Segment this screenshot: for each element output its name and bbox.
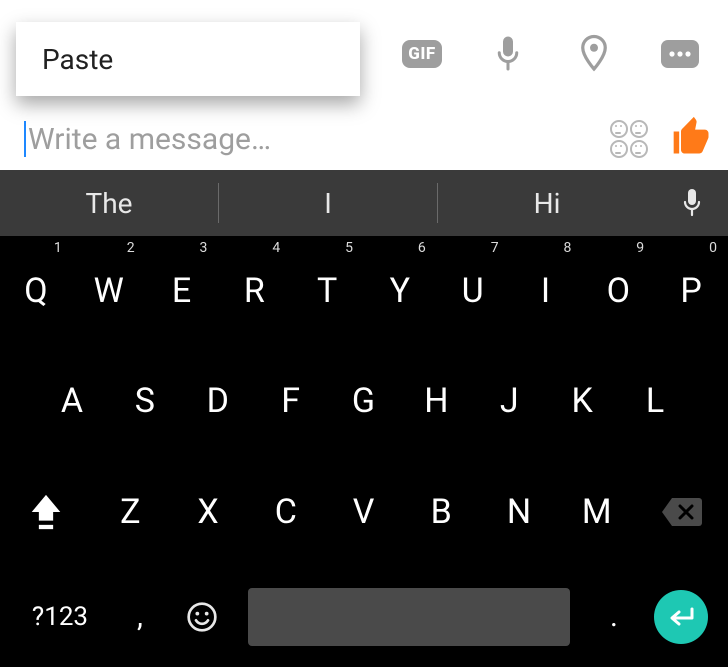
suggestion-2[interactable]: I xyxy=(219,187,437,220)
key-y[interactable]: Y6 xyxy=(364,236,437,346)
voice-button[interactable] xyxy=(484,30,532,78)
key-p[interactable]: P0 xyxy=(655,236,728,346)
keyboard-voice-button[interactable] xyxy=(656,187,728,219)
key-hint: 1 xyxy=(54,240,63,256)
enter-icon xyxy=(666,605,696,629)
key-v[interactable]: V xyxy=(325,457,403,567)
space-bar xyxy=(248,588,570,646)
key-g[interactable]: G xyxy=(328,346,401,456)
suggestion-3[interactable]: Hi xyxy=(438,187,656,220)
gif-icon: GIF xyxy=(402,40,441,68)
key-q[interactable]: Q1 xyxy=(0,236,73,346)
like-button[interactable] xyxy=(670,115,714,163)
key-t[interactable]: T5 xyxy=(291,236,364,346)
emoji-key[interactable] xyxy=(170,601,234,633)
text-cursor xyxy=(24,121,26,157)
enter-circle xyxy=(654,590,708,644)
more-button[interactable] xyxy=(656,30,704,78)
emoji-face-icon xyxy=(630,120,648,138)
emoji-face-icon xyxy=(610,120,628,138)
key-hint: 6 xyxy=(418,240,427,256)
key-j[interactable]: J xyxy=(473,346,546,456)
smile-icon xyxy=(186,601,218,633)
suggestion-1[interactable]: The xyxy=(0,187,218,220)
enter-key[interactable] xyxy=(644,590,718,644)
key-hint: 3 xyxy=(200,240,209,256)
emoji-face-icon xyxy=(610,140,628,158)
composer-row: Write a message… xyxy=(0,108,728,170)
key-hint: 2 xyxy=(127,240,136,256)
key-n[interactable]: N xyxy=(481,457,559,567)
key-i[interactable]: I8 xyxy=(510,236,583,346)
key-c[interactable]: C xyxy=(247,457,325,567)
keyboard-row-4: ?123 , . xyxy=(0,567,728,667)
key-z[interactable]: Z xyxy=(92,457,170,567)
key-x[interactable]: X xyxy=(170,457,248,567)
keyboard-row-2: ASDFGHJKL xyxy=(0,346,728,456)
thumbs-up-icon xyxy=(670,115,714,159)
shift-key[interactable] xyxy=(0,457,92,567)
location-pin-icon xyxy=(579,34,609,74)
key-hint: 0 xyxy=(709,240,718,256)
microphone-icon xyxy=(493,35,523,73)
key-w[interactable]: W2 xyxy=(73,236,146,346)
key-m[interactable]: M xyxy=(558,457,636,567)
key-s[interactable]: S xyxy=(109,346,182,456)
shift-icon xyxy=(28,492,64,532)
soft-keyboard: The I Hi Q1W2E3R4T5Y6U7I8O9P0 ASDFGHJKL … xyxy=(0,170,728,667)
context-menu-paste[interactable]: Paste xyxy=(16,22,360,96)
key-hint: 7 xyxy=(491,240,500,256)
backspace-key[interactable] xyxy=(636,457,728,567)
key-hint: 4 xyxy=(272,240,281,256)
key-d[interactable]: D xyxy=(182,346,255,456)
microphone-icon xyxy=(680,187,704,219)
key-hint: 5 xyxy=(345,240,354,256)
keyboard-row-3: ZXCVBNM xyxy=(0,457,728,567)
message-input[interactable]: Write a message… xyxy=(24,121,610,157)
key-u[interactable]: U7 xyxy=(437,236,510,346)
key-e[interactable]: E3 xyxy=(146,236,219,346)
more-icon xyxy=(660,39,700,69)
emoji-face-icon xyxy=(630,140,648,158)
location-button[interactable] xyxy=(570,30,618,78)
paste-label: Paste xyxy=(42,43,113,76)
key-k[interactable]: K xyxy=(546,346,619,456)
symbols-key[interactable]: ?123 xyxy=(10,602,110,632)
backspace-icon xyxy=(660,495,704,529)
key-hint: 9 xyxy=(636,240,645,256)
keyboard-row-1: Q1W2E3R4T5Y6U7I8O9P0 xyxy=(0,236,728,346)
suggestion-bar: The I Hi xyxy=(0,170,728,236)
gif-button[interactable]: GIF xyxy=(398,30,446,78)
key-l[interactable]: L xyxy=(619,346,692,456)
emoji-picker-button[interactable] xyxy=(610,120,648,158)
message-placeholder: Write a message… xyxy=(28,122,271,157)
key-b[interactable]: B xyxy=(403,457,481,567)
space-key[interactable] xyxy=(248,588,570,646)
key-r[interactable]: R4 xyxy=(218,236,291,346)
key-h[interactable]: H xyxy=(400,346,473,456)
key-f[interactable]: F xyxy=(255,346,328,456)
comma-key[interactable]: , xyxy=(110,599,170,634)
key-o[interactable]: O9 xyxy=(582,236,655,346)
key-hint: 8 xyxy=(564,240,573,256)
key-a[interactable]: A xyxy=(36,346,109,456)
period-key[interactable]: . xyxy=(584,599,644,634)
